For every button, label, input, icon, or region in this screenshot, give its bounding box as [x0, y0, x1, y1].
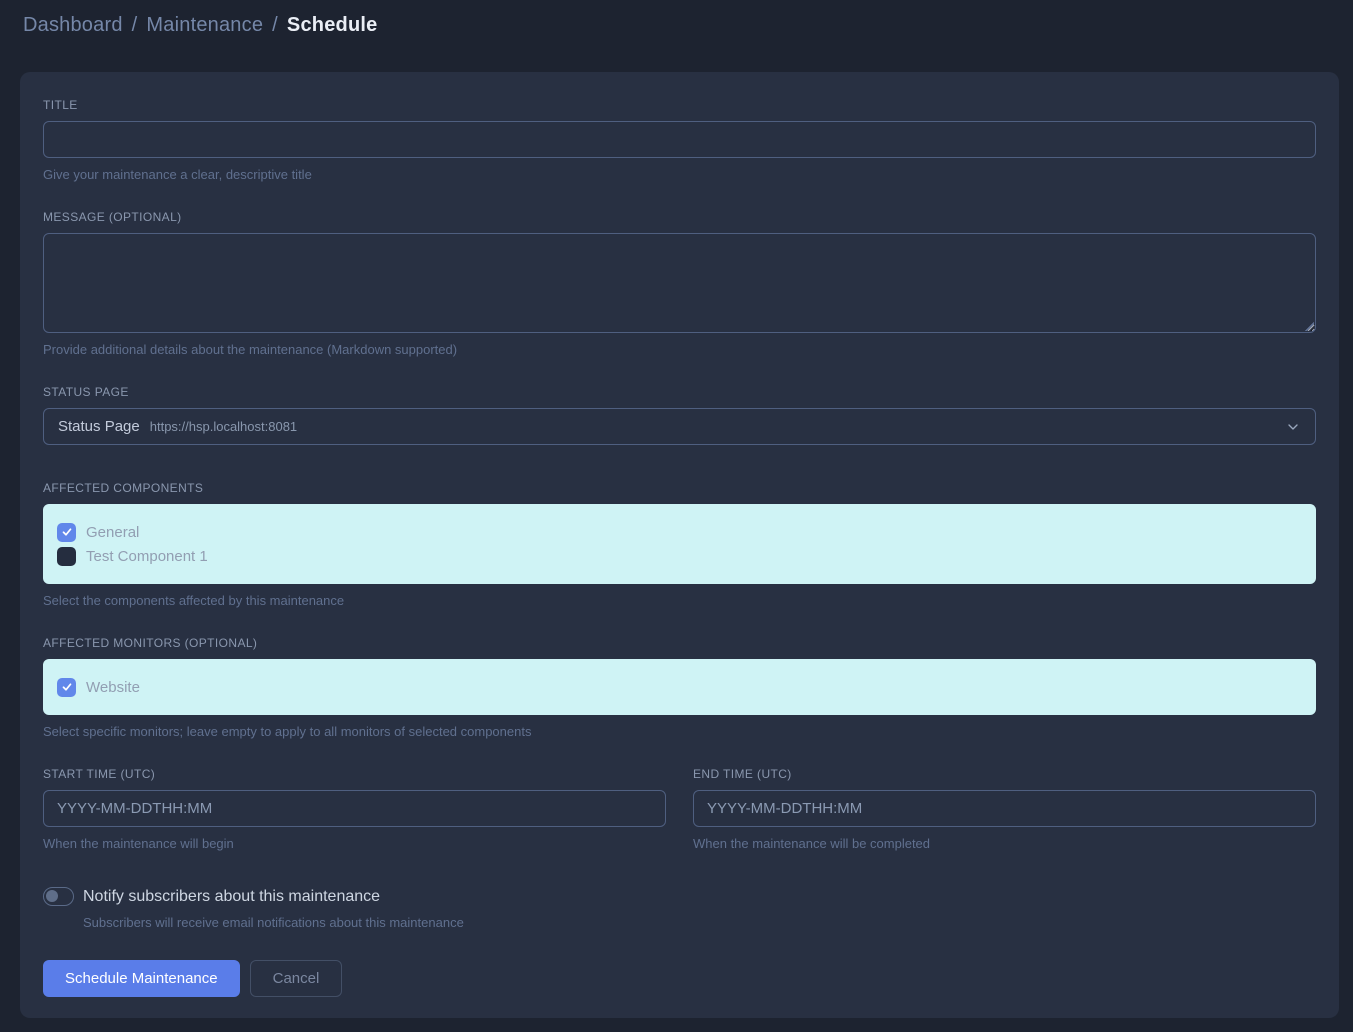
title-field-group: TITLE Give your maintenance a clear, des…	[43, 98, 1316, 182]
monitor-option-label: Website	[86, 679, 140, 696]
message-textarea[interactable]	[43, 233, 1316, 333]
component-option-test-component-1[interactable]: Test Component 1	[57, 544, 1302, 568]
end-time-label: END TIME (UTC)	[693, 767, 1316, 781]
schedule-maintenance-button[interactable]: Schedule Maintenance	[43, 960, 240, 997]
breadcrumb-separator: /	[132, 14, 138, 37]
message-helper-text: Provide additional details about the mai…	[43, 342, 1316, 357]
notify-subscribers-helper-text: Subscribers will receive email notificat…	[83, 915, 1316, 930]
status-page-field-group: STATUS PAGE Status Page https://hsp.loca…	[43, 385, 1316, 445]
component-option-general[interactable]: General	[57, 520, 1302, 544]
breadcrumb-dashboard[interactable]: Dashboard	[23, 14, 123, 37]
title-input[interactable]	[43, 121, 1316, 158]
affected-monitors-panel: Website	[43, 659, 1316, 715]
end-time-input[interactable]	[693, 790, 1316, 827]
message-label: MESSAGE (OPTIONAL)	[43, 210, 1316, 224]
status-page-select[interactable]: Status Page https://hsp.localhost:8081	[43, 408, 1316, 445]
status-page-label: STATUS PAGE	[43, 385, 1316, 399]
breadcrumb-separator: /	[272, 14, 278, 37]
schedule-maintenance-form-card: TITLE Give your maintenance a clear, des…	[20, 72, 1339, 1018]
end-time-helper-text: When the maintenance will be completed	[693, 836, 1316, 851]
cancel-button[interactable]: Cancel	[250, 960, 343, 997]
start-time-field-group: START TIME (UTC) When the maintenance wi…	[43, 767, 666, 851]
checkmark-icon	[61, 526, 73, 538]
start-time-label: START TIME (UTC)	[43, 767, 666, 781]
affected-monitors-field-group: AFFECTED MONITORS (OPTIONAL) Website Sel…	[43, 636, 1316, 739]
start-time-input[interactable]	[43, 790, 666, 827]
monitor-option-website[interactable]: Website	[57, 675, 1302, 699]
chevron-down-icon	[1285, 419, 1301, 435]
title-label: TITLE	[43, 98, 1316, 112]
breadcrumb-maintenance[interactable]: Maintenance	[146, 14, 263, 37]
breadcrumb-current-schedule: Schedule	[287, 14, 378, 37]
time-fields-row: START TIME (UTC) When the maintenance wi…	[43, 767, 1316, 851]
checkmark-icon	[61, 681, 73, 693]
toggle-knob	[46, 890, 58, 902]
top-bar: Dashboard / Maintenance / Schedule	[0, 0, 1353, 50]
notify-subscribers-toggle-row[interactable]: Notify subscribers about this maintenanc…	[43, 887, 1316, 906]
status-page-selected-url: https://hsp.localhost:8081	[150, 419, 297, 434]
affected-monitors-helper-text: Select specific monitors; leave empty to…	[43, 724, 1316, 739]
checkbox-unchecked[interactable]	[57, 547, 76, 566]
form-actions: Schedule Maintenance Cancel	[43, 960, 1316, 997]
affected-components-helper-text: Select the components affected by this m…	[43, 593, 1316, 608]
affected-components-field-group: AFFECTED COMPONENTS General Test Compone…	[43, 481, 1316, 608]
title-helper-text: Give your maintenance a clear, descripti…	[43, 167, 1316, 182]
component-option-label: Test Component 1	[86, 548, 208, 565]
notify-subscribers-section: Notify subscribers about this maintenanc…	[43, 887, 1316, 930]
affected-monitors-label: AFFECTED MONITORS (OPTIONAL)	[43, 636, 1316, 650]
notify-subscribers-toggle[interactable]	[43, 887, 74, 906]
end-time-field-group: END TIME (UTC) When the maintenance will…	[693, 767, 1316, 851]
breadcrumb: Dashboard / Maintenance / Schedule	[23, 14, 377, 37]
affected-components-panel: General Test Component 1	[43, 504, 1316, 584]
checkbox-checked[interactable]	[57, 678, 76, 697]
affected-components-label: AFFECTED COMPONENTS	[43, 481, 1316, 495]
message-field-group: MESSAGE (OPTIONAL) Provide additional de…	[43, 210, 1316, 357]
status-page-selected-name: Status Page	[58, 418, 140, 435]
checkbox-checked[interactable]	[57, 523, 76, 542]
start-time-helper-text: When the maintenance will begin	[43, 836, 666, 851]
component-option-label: General	[86, 524, 139, 541]
notify-subscribers-label: Notify subscribers about this maintenanc…	[83, 888, 380, 906]
